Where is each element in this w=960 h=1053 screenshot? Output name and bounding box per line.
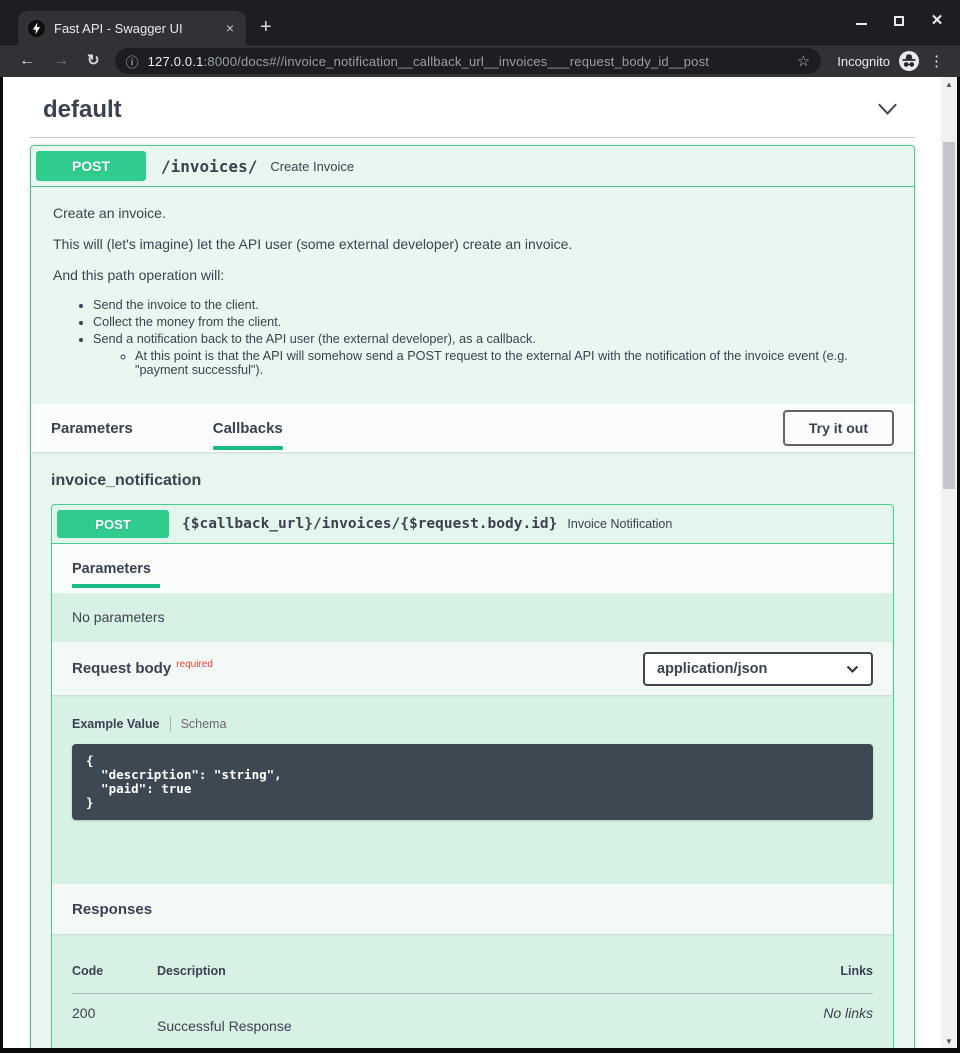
bullet-item: Collect the money from the client. xyxy=(93,315,892,329)
callback-name: invoice_notification xyxy=(51,472,894,490)
callback-opblock: POST {$callback_url}/invoices/{$request.… xyxy=(51,504,894,1048)
scrollbar-thumb[interactable] xyxy=(943,142,955,489)
responses-table: Code Description Links 200 Successful Re… xyxy=(52,934,893,1048)
tab-example-value[interactable]: Example Value xyxy=(72,717,160,731)
method-badge: POST xyxy=(36,151,146,181)
select-chevron-icon xyxy=(846,665,859,673)
callback-method-badge: POST xyxy=(57,510,169,538)
reload-icon[interactable]: ↻ xyxy=(78,46,109,76)
browser-titlebar: Fast API - Swagger UI × + ✕ xyxy=(0,0,960,45)
incognito-badge: Incognito xyxy=(829,51,923,71)
responses-header: Responses xyxy=(52,884,893,934)
table-row: 200 Successful Response No links xyxy=(72,1005,873,1034)
url-text: 127.0.0.1:8000/docs#//invoice_notificati… xyxy=(148,54,788,69)
fastapi-favicon-icon xyxy=(28,20,45,37)
close-window-button[interactable]: ✕ xyxy=(930,14,944,28)
url-host: 127.0.0.1 xyxy=(148,54,204,69)
url-path: :8000/docs#//invoice_notification__callb… xyxy=(204,54,709,69)
callback-path: {$callback_url}/invoices/{$request.body.… xyxy=(182,516,557,532)
bullet-item: Send the invoice to the client. xyxy=(93,298,892,312)
site-info-icon[interactable]: ⓘ xyxy=(126,52,139,71)
minimize-button[interactable] xyxy=(854,14,868,28)
back-icon[interactable]: ← xyxy=(10,46,44,76)
callback-tabbar: Parameters xyxy=(52,544,893,593)
response-links: No links xyxy=(763,1005,873,1034)
description-paragraph: Create an invoice. xyxy=(53,205,892,221)
request-body-header: Request bodyrequired application/json xyxy=(52,642,893,695)
window-controls: ✕ xyxy=(854,12,944,30)
incognito-label: Incognito xyxy=(837,54,890,69)
browser-tab[interactable]: Fast API - Swagger UI × xyxy=(18,11,246,45)
responses-label: Responses xyxy=(72,901,152,918)
browser-menu-icon[interactable]: ⋮ xyxy=(923,52,950,70)
opblock-summary[interactable]: POST /invoices/ Create Invoice xyxy=(31,146,914,187)
media-type-value: application/json xyxy=(657,661,767,677)
swagger-page: default POST /invoices/ Create Invoice C… xyxy=(3,77,941,1048)
page-scrollbar[interactable]: ▲ ▼ xyxy=(941,77,957,1048)
request-body-label: Request bodyrequired xyxy=(72,660,213,677)
browser-window: Fast API - Swagger UI × + ✕ ← → ↻ ⓘ 127.… xyxy=(0,0,960,1053)
no-parameters-text: No parameters xyxy=(52,593,893,642)
forward-icon[interactable]: → xyxy=(44,46,78,76)
default-section-header[interactable]: default xyxy=(30,77,915,138)
response-description: Successful Response xyxy=(157,1005,763,1034)
tab-divider xyxy=(170,717,171,731)
example-code-block[interactable]: { "description": "string", "paid": true … xyxy=(72,744,873,820)
col-code: Code xyxy=(72,964,157,978)
callback-tab-parameters[interactable]: Parameters xyxy=(72,561,160,588)
operation-description: Create an invoice. This will (let's imag… xyxy=(31,187,914,404)
bookmark-star-icon[interactable]: ☆ xyxy=(797,52,810,70)
scroll-down-icon[interactable]: ▼ xyxy=(945,1034,953,1048)
tab-parameters[interactable]: Parameters xyxy=(51,404,133,452)
scroll-up-icon[interactable]: ▲ xyxy=(945,77,953,91)
tab-schema[interactable]: Schema xyxy=(181,717,227,731)
callback-summary[interactable]: POST {$callback_url}/invoices/{$request.… xyxy=(52,505,893,544)
description-paragraph: This will (let's imagine) let the API us… xyxy=(53,236,892,252)
table-divider xyxy=(72,993,873,994)
collapse-chevron-icon[interactable] xyxy=(872,99,903,121)
callbacks-section: invoice_notification POST {$callback_url… xyxy=(31,452,914,1048)
try-it-out-button[interactable]: Try it out xyxy=(783,410,894,446)
operation-tabbar: Parameters Callbacks Try it out xyxy=(31,404,914,452)
tab-title: Fast API - Swagger UI xyxy=(54,21,215,36)
operation-summary: Create Invoice xyxy=(270,159,354,174)
address-bar[interactable]: ⓘ 127.0.0.1:8000/docs#//invoice_notifica… xyxy=(115,48,822,74)
callback-summary-text: Invoice Notification xyxy=(567,517,672,531)
incognito-icon xyxy=(899,51,919,71)
page-viewport: default POST /invoices/ Create Invoice C… xyxy=(3,77,957,1048)
new-tab-button[interactable]: + xyxy=(260,16,272,39)
required-label: required xyxy=(176,659,213,670)
sub-bullet-item: At this point is that the API will someh… xyxy=(135,349,880,377)
response-code: 200 xyxy=(72,1005,157,1034)
request-body-example: Example Value Schema { "description": "s… xyxy=(52,695,893,884)
tab-callbacks[interactable]: Callbacks xyxy=(213,404,283,452)
description-paragraph: And this path operation will: xyxy=(53,267,892,283)
col-description: Description xyxy=(157,964,763,978)
operation-path: /invoices/ xyxy=(161,157,257,176)
browser-toolbar: ← → ↻ ⓘ 127.0.0.1:8000/docs#//invoice_no… xyxy=(0,45,960,77)
bullet-item: Send a notification back to the API user… xyxy=(93,332,892,346)
section-title: default xyxy=(43,96,122,124)
tab-close-icon[interactable]: × xyxy=(224,21,236,35)
media-type-select[interactable]: application/json xyxy=(643,652,873,686)
col-links: Links xyxy=(763,964,873,978)
description-bullet-list: Send the invoice to the client. Collect … xyxy=(53,298,892,377)
maximize-button[interactable] xyxy=(892,14,906,28)
post-invoices-opblock: POST /invoices/ Create Invoice Create an… xyxy=(30,145,915,1048)
